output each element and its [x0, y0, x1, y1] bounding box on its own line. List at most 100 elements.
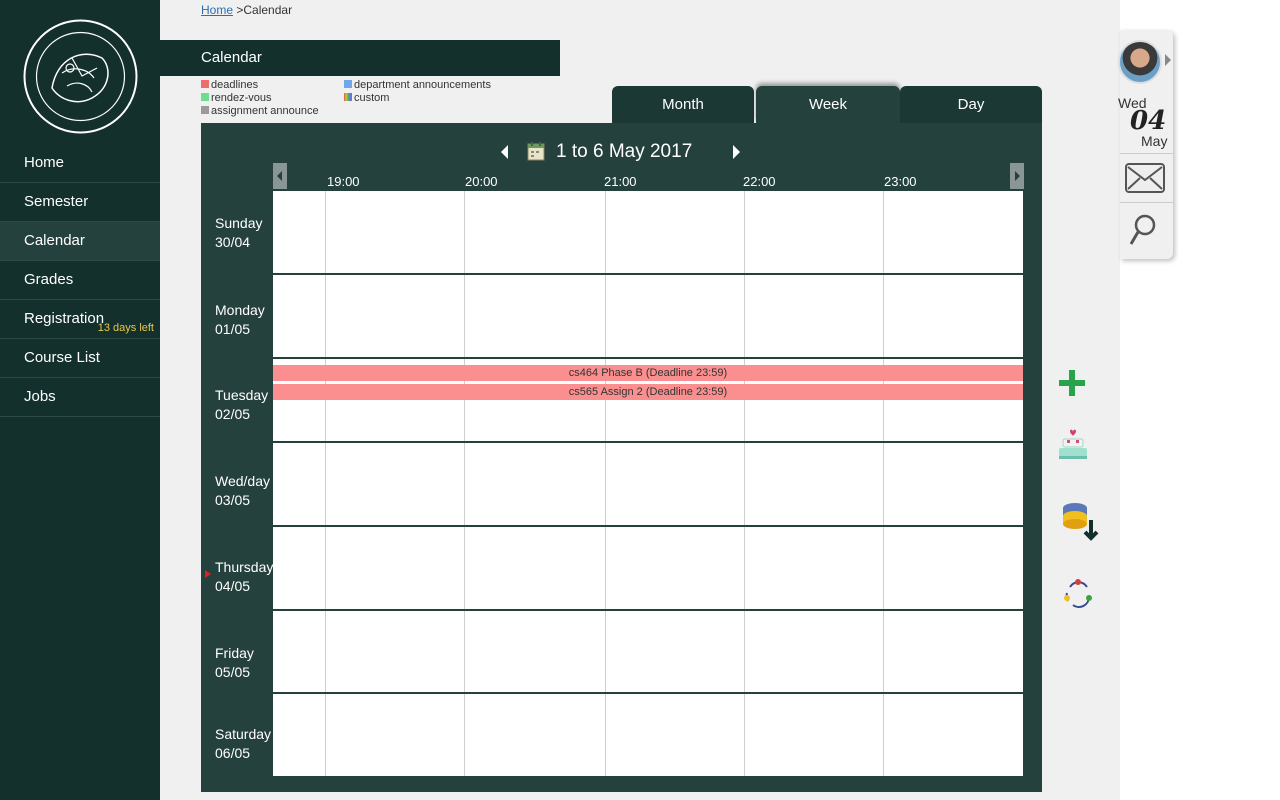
day-row-wednesday[interactable] [273, 443, 1023, 527]
nav-item-label: Jobs [24, 388, 56, 405]
add-event-icon[interactable] [1057, 368, 1087, 398]
nav-item-label: Registration [24, 310, 105, 327]
tab-day[interactable]: Day [900, 86, 1042, 123]
previous-week-icon[interactable] [498, 143, 512, 161]
today-marker-icon [205, 570, 211, 578]
search-icon[interactable] [1129, 214, 1157, 246]
sidebar: Home Semester Calendar Grades Registrati… [0, 0, 160, 800]
next-week-icon[interactable] [729, 143, 743, 161]
time-label: 23:00 [884, 174, 917, 189]
day-name: Wed/day [215, 473, 270, 489]
week-calendar: 1 to 6 May 2017 19:00 20:00 21:00 22:00 … [201, 123, 1042, 792]
scroll-left-button[interactable] [273, 163, 287, 189]
main-nav: Home Semester Calendar Grades Registrati… [0, 144, 160, 417]
day-row-friday[interactable] [273, 611, 1023, 694]
tab-label: Week [808, 96, 848, 113]
mail-icon[interactable] [1125, 163, 1165, 193]
breadcrumb-current: Calendar [243, 3, 293, 17]
chevron-left-icon [277, 171, 282, 181]
day-date: 03/05 [215, 492, 251, 508]
deadlines-swatch [201, 80, 209, 88]
breadcrumb: Home >Calendar [201, 3, 292, 17]
avatar[interactable] [1118, 40, 1162, 84]
nav-item-semester[interactable]: Semester [0, 183, 160, 222]
nav-item-label: Grades [24, 271, 74, 288]
nav-item-calendar[interactable]: Calendar [0, 222, 160, 261]
current-month: May [1141, 133, 1168, 149]
day-name: Sunday [215, 215, 263, 231]
legend-label: assignment announce [211, 105, 319, 117]
tab-label: Day [957, 96, 985, 113]
time-header: 19:00 20:00 21:00 22:00 23:00 [273, 163, 1026, 191]
day-label-thursday: Thursday 04/05 [215, 558, 273, 596]
legend-item-assignment-announce: assignment announce [201, 105, 319, 118]
nav-item-label: Course List [24, 349, 100, 366]
legend-item-department-announcements: department announcements [344, 79, 491, 92]
university-logo[interactable] [22, 18, 139, 135]
sync-icon[interactable] [1061, 577, 1095, 611]
event-cs464-phase-b[interactable]: cs464 Phase B (Deadline 23:59) [273, 365, 1023, 381]
day-label-tuesday: Tuesday 02/05 [215, 386, 273, 424]
legend-label: deadlines [211, 79, 259, 91]
tab-week[interactable]: Week [756, 86, 900, 123]
time-label: 20:00 [465, 174, 498, 189]
assignment-swatch [201, 106, 209, 114]
rendez-vous-swatch [201, 93, 209, 101]
divider [1120, 202, 1173, 203]
day-label-saturday: Saturday 06/05 [215, 725, 273, 763]
custom-swatch [344, 93, 352, 101]
nav-item-label: Home [24, 154, 65, 171]
time-label: 22:00 [743, 174, 776, 189]
chevron-right-icon [1015, 171, 1020, 181]
day-date: 05/05 [215, 664, 251, 680]
user-mini-panel: Wed 04 May [1118, 30, 1173, 259]
day-row-sunday[interactable] [273, 191, 1023, 275]
legend-item-custom: custom [344, 92, 389, 105]
nav-item-home[interactable]: Home [0, 144, 160, 183]
scroll-right-button[interactable] [1010, 163, 1024, 189]
nav-item-grades[interactable]: Grades [0, 261, 160, 300]
day-row-saturday[interactable] [273, 694, 1023, 776]
calendar-icon[interactable] [527, 141, 545, 161]
nav-item-label: Semester [24, 193, 89, 210]
week-range-label: 1 to 6 May 2017 [556, 141, 693, 162]
breadcrumb-home-link[interactable]: Home [201, 3, 233, 17]
day-date: 02/05 [215, 406, 251, 422]
legend-item-rendez-vous: rendez-vous [201, 92, 272, 105]
legend-label: custom [354, 92, 390, 104]
legend-label: department announcements [354, 79, 491, 91]
nav-item-course-list[interactable]: Course List [0, 339, 160, 378]
tab-month[interactable]: Month [612, 86, 754, 123]
birthday-cake-icon[interactable] [1057, 427, 1089, 461]
database-download-icon[interactable] [1059, 500, 1105, 544]
nav-item-jobs[interactable]: Jobs [0, 378, 160, 417]
day-label-monday: Monday 01/05 [215, 301, 273, 339]
day-date: 06/05 [215, 745, 251, 761]
time-label: 19:00 [327, 174, 360, 189]
caret-right-icon[interactable] [1164, 53, 1172, 67]
legend-label: rendez-vous [211, 92, 272, 104]
day-label-friday: Friday 05/05 [215, 644, 273, 682]
day-name: Friday [215, 645, 254, 661]
main-content: Home >Calendar Calendar deadlines depart… [160, 0, 1120, 800]
day-row-thursday[interactable] [273, 527, 1023, 611]
department-swatch [344, 80, 352, 88]
event-cs565-assign-2[interactable]: cs565 Assign 2 (Deadline 23:59) [273, 384, 1023, 400]
day-date: 30/04 [215, 234, 251, 250]
legend-item-deadlines: deadlines [201, 79, 258, 92]
page-title: Calendar [160, 40, 560, 76]
nav-item-registration[interactable]: Registration 13 days left [0, 300, 160, 339]
day-date: 01/05 [215, 321, 251, 337]
day-name: Tuesday [215, 387, 269, 403]
current-day: 04 [1130, 106, 1167, 136]
event-title: cs565 Assign 2 (Deadline 23:59) [568, 386, 728, 398]
day-name: Thursday [215, 559, 274, 575]
day-name: Monday [215, 302, 265, 318]
event-title: cs464 Phase B (Deadline 23:59) [568, 367, 728, 379]
day-row-monday[interactable] [273, 275, 1023, 359]
nav-item-label: Calendar [24, 232, 85, 249]
tab-label: Month [662, 96, 704, 113]
week-grid [273, 191, 1023, 776]
day-name: Saturday [215, 726, 272, 742]
day-label-sunday: Sunday 30/04 [215, 214, 273, 252]
